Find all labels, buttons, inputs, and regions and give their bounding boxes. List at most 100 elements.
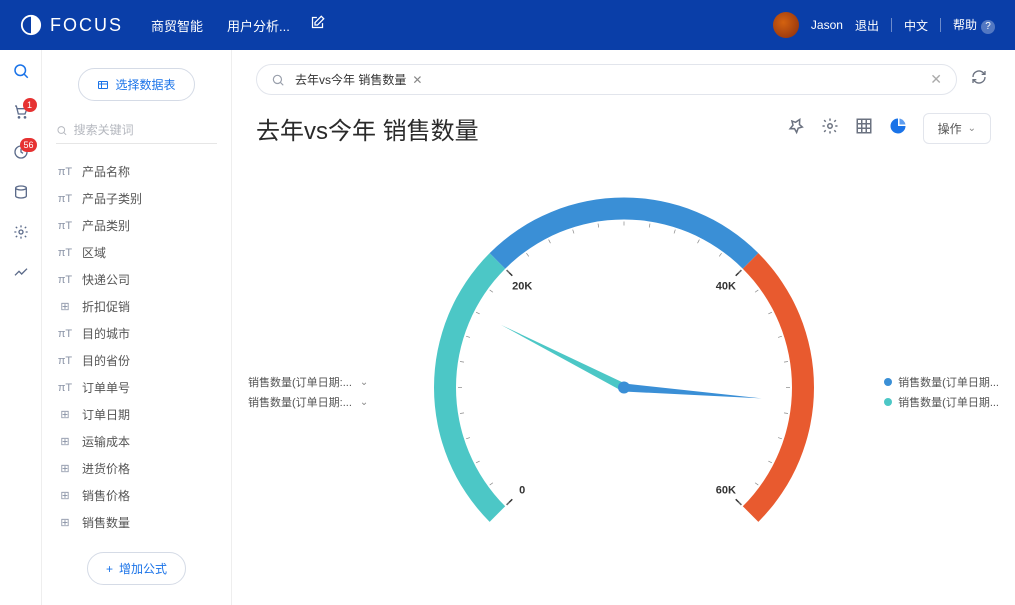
svg-text:20K: 20K xyxy=(512,281,532,293)
rail-gear-icon[interactable] xyxy=(13,224,29,240)
field-item[interactable]: ⊞销售金额 xyxy=(56,536,217,540)
header-right: Jason 退出 中文 帮助? xyxy=(773,12,995,38)
divider xyxy=(891,18,892,32)
query-input[interactable] xyxy=(432,73,920,87)
series-selector-left: 销售数量(订单日期:...⌄ 销售数量(订单日期:...⌄ xyxy=(248,372,368,412)
field-item[interactable]: ⊞ 进货价格 xyxy=(56,455,217,482)
add-formula-label: 增加公式 xyxy=(119,560,167,577)
table-view-button[interactable] xyxy=(855,117,873,140)
search-icon xyxy=(56,124,68,137)
refresh-icon xyxy=(971,69,987,85)
chart-legend: 销售数量(订单日期... 销售数量(订单日期... xyxy=(884,372,999,412)
operations-button[interactable]: 操作 ⌄ xyxy=(923,113,991,144)
series-label: 销售数量(订单日期:... xyxy=(248,394,352,410)
help-icon: ? xyxy=(981,20,995,34)
field-type-icon: ⊞ xyxy=(58,462,72,475)
add-formula-button[interactable]: + 增加公式 xyxy=(87,552,186,585)
logout-link[interactable]: 退出 xyxy=(855,17,879,34)
field-type-icon: πT xyxy=(58,193,72,205)
field-item[interactable]: πT 目的城市 xyxy=(56,320,217,347)
main-panel: 去年vs今年 销售数量 ✕ ✕ 去年vs今年 销售数量 操作 ⌄ xyxy=(232,50,1015,605)
query-chip: 去年vs今年 销售数量 ✕ xyxy=(295,71,422,88)
svg-text:60K: 60K xyxy=(715,485,735,497)
rail-db-icon[interactable] xyxy=(13,184,29,200)
field-item[interactable]: πT 区域 xyxy=(56,239,217,266)
divider xyxy=(940,18,941,32)
pin-icon xyxy=(787,117,805,135)
rail-badge-2: 56 xyxy=(20,138,36,152)
rail-alert-icon[interactable]: 56 xyxy=(13,144,29,160)
series-row[interactable]: 销售数量(订单日期:... ⌄ xyxy=(248,392,368,412)
rail-chart-icon[interactable] xyxy=(13,264,29,280)
field-type-icon: ⊞ xyxy=(58,516,72,529)
field-item[interactable]: πT快递公司 xyxy=(56,266,217,293)
field-type-icon: ⊞ xyxy=(58,435,72,448)
select-table-button[interactable]: 选择数据表 xyxy=(78,68,194,101)
user-name[interactable]: Jason xyxy=(811,18,843,32)
left-rail: 1 56 xyxy=(0,50,42,605)
field-item[interactable]: ⊞ 销售价格 xyxy=(56,482,217,509)
lang-link[interactable]: 中文 xyxy=(904,17,928,34)
refresh-button[interactable] xyxy=(967,65,991,94)
field-label: 区域 xyxy=(82,244,106,261)
field-label: 销售价格 xyxy=(82,487,130,504)
chart-area: 销售数量(订单日期:...⌄ 销售数量(订单日期:...⌄ 020K40K60K… xyxy=(232,152,1015,605)
query-input-pill[interactable]: 去年vs今年 销售数量 ✕ ✕ xyxy=(256,64,957,95)
field-label: 销售数量 xyxy=(82,514,130,531)
query-bar: 去年vs今年 销售数量 ✕ ✕ xyxy=(232,50,1015,95)
fields-sidebar: 选择数据表 πT产品名称πT产品子类别πT产品类别πT区域πT快递公司⊞折扣促销… xyxy=(42,50,232,605)
nav-item-bi[interactable]: 商贸智能 xyxy=(151,16,203,35)
field-label: 目的城市 xyxy=(82,325,130,342)
field-type-icon: πT xyxy=(58,328,72,340)
title-row: 去年vs今年 销售数量 操作 ⌄ xyxy=(232,95,1015,152)
field-type-icon: πT xyxy=(58,247,72,259)
legend-item: 销售数量(订单日期... xyxy=(884,372,999,392)
gear-icon xyxy=(821,117,839,135)
settings-button[interactable] xyxy=(821,117,839,140)
field-type-icon: πT xyxy=(58,220,72,232)
chevron-down-icon: ⌄ xyxy=(360,397,368,408)
series-row[interactable]: 销售数量(订单日期:...⌄ xyxy=(248,372,368,392)
series-label: 销售数量(订单日期:... xyxy=(248,374,352,390)
field-item[interactable]: πT 产品名称 xyxy=(56,158,217,185)
avatar[interactable] xyxy=(773,12,799,38)
field-type-icon: πT xyxy=(58,355,72,367)
rail-search-icon[interactable] xyxy=(12,62,30,80)
field-item[interactable]: ⊞ 折扣促销 xyxy=(56,293,217,320)
app-logo: FOCUS xyxy=(20,14,123,36)
field-label: 折扣促销 xyxy=(82,298,130,315)
field-search-input[interactable] xyxy=(74,123,217,137)
field-item[interactable]: πT目的省份 xyxy=(56,347,217,374)
svg-text:40K: 40K xyxy=(715,281,735,293)
field-type-icon: ⊞ xyxy=(58,300,72,313)
nav-item-user-analysis[interactable]: 用户分析... xyxy=(227,16,290,35)
grid-icon xyxy=(855,117,873,135)
plus-icon: + xyxy=(106,562,113,576)
chip-remove-icon[interactable]: ✕ xyxy=(412,73,422,87)
edit-icon[interactable] xyxy=(310,15,325,35)
field-label: 快递公司 xyxy=(82,271,130,288)
field-search[interactable] xyxy=(56,123,217,144)
legend-label: 销售数量(订单日期... xyxy=(898,374,999,390)
field-type-icon: ⊞ xyxy=(58,408,72,421)
field-label: 产品名称 xyxy=(82,163,130,180)
help-link[interactable]: 帮助? xyxy=(953,16,995,34)
chart-view-button[interactable] xyxy=(889,117,907,140)
field-item[interactable]: πT订单单号 xyxy=(56,374,217,401)
field-item[interactable]: ⊞订单日期 xyxy=(56,401,217,428)
field-type-icon: ⊞ xyxy=(58,489,72,502)
field-item[interactable]: ⊞ 销售数量 xyxy=(56,509,217,536)
gauge-chart: 020K40K60K xyxy=(414,158,834,563)
field-item[interactable]: πT产品类别 xyxy=(56,212,217,239)
app-header: FOCUS 商贸智能 用户分析... Jason 退出 中文 帮助? xyxy=(0,0,1015,50)
field-list: πT产品名称πT产品子类别πT产品类别πT区域πT快递公司⊞折扣促销πT目的城市… xyxy=(56,158,217,540)
field-item[interactable]: ⊞运输成本 xyxy=(56,428,217,455)
clear-query-icon[interactable]: ✕ xyxy=(930,71,942,88)
field-type-icon: πT xyxy=(58,166,72,178)
rail-cart-icon[interactable]: 1 xyxy=(13,104,29,120)
pin-button[interactable] xyxy=(787,117,805,140)
ops-label: 操作 xyxy=(938,120,962,137)
field-label: 进货价格 xyxy=(82,460,130,477)
field-item[interactable]: πT产品子类别 xyxy=(56,185,217,212)
title-actions: 操作 ⌄ xyxy=(787,113,991,144)
